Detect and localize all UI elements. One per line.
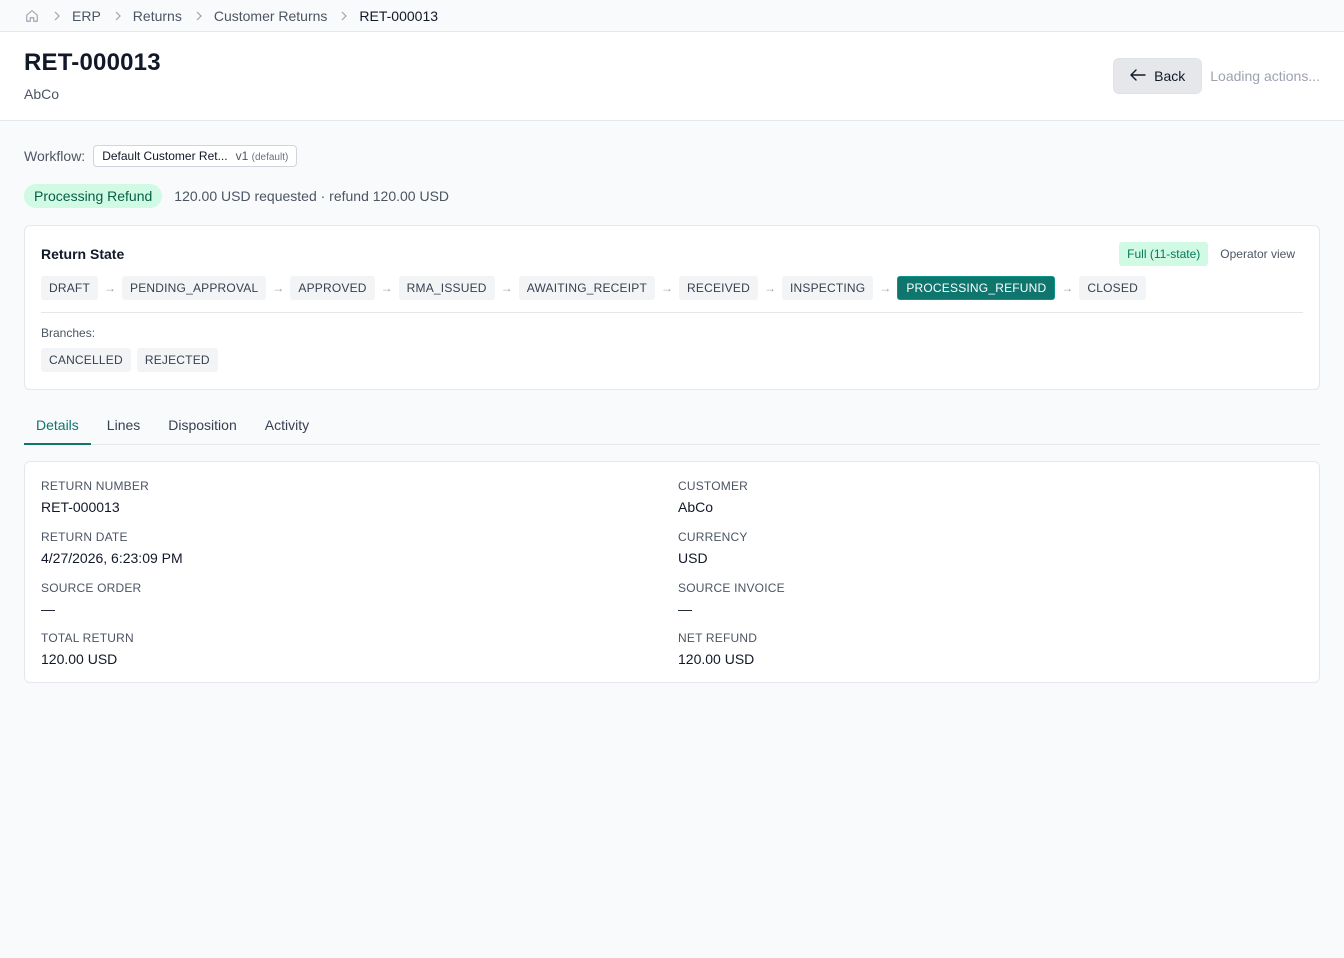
arrow-right-icon: → (104, 281, 116, 295)
branch-chip-rejected: REJECTED (136, 348, 218, 372)
field-label: RETURN DATE (41, 529, 128, 544)
arrow-right-icon: → (500, 281, 513, 295)
chevron-right-icon (113, 11, 123, 21)
field-value: 4/27/2026, 6:23:09 PM (41, 549, 183, 566)
breadcrumb-item-erp[interactable]: ERP (72, 8, 101, 24)
field-source-invoice: SOURCE INVOICE — (678, 581, 1303, 631)
state-chip-received: RECEIVED (679, 276, 758, 300)
state-chip-processing-refund: PROCESSING_REFUND (897, 276, 1056, 300)
chevron-right-icon (339, 11, 349, 21)
field-label: CURRENCY (678, 529, 748, 544)
field-return-number: RETURN NUMBER RET-000013 (41, 479, 678, 529)
page: ERP Returns Customer Returns RET-000013 … (0, 0, 1344, 958)
state-chip-pending-approval: PENDING_APPROVAL (122, 276, 267, 300)
workflow-label: Workflow: (24, 148, 86, 164)
breadcrumb-item-current: RET-000013 (359, 7, 439, 24)
tab-disposition[interactable]: Disposition (156, 406, 248, 444)
breadcrumb: ERP Returns Customer Returns RET-000013 (0, 0, 1344, 32)
arrow-right-icon: → (1061, 281, 1074, 295)
status-summary: 120.00 USD requested · refund 120.00 USD (174, 188, 450, 204)
field-total-return: TOTAL RETURN 120.00 USD (41, 631, 678, 681)
main-content: Workflow: Default Customer Ret... v1 (de… (0, 145, 1344, 683)
field-label: RETURN NUMBER (41, 479, 149, 493)
page-header: RET-000013 AbCo Back Loading actions... (0, 32, 1344, 121)
back-button-label: Back (1154, 68, 1186, 84)
loading-actions-text: Loading actions... (1210, 68, 1320, 84)
arrow-right-icon: → (272, 281, 285, 295)
branch-list: CANCELLED REJECTED (41, 348, 1303, 372)
state-chip-approved: APPROVED (290, 276, 375, 300)
field-return-date: RETURN DATE 4/27/2026, 6:23:09 PM (41, 530, 678, 580)
mode-badge: Full (11-state) (1119, 242, 1209, 266)
breadcrumb-item-returns[interactable]: Returns (133, 8, 182, 24)
tab-activity[interactable]: Activity (253, 406, 321, 444)
arrow-right-icon: → (763, 281, 776, 295)
state-chip-rma-issued: RMA_ISSUED (398, 276, 495, 300)
field-value: 120.00 USD (41, 651, 118, 668)
branch-chip-cancelled: CANCELLED (41, 348, 131, 372)
workflow-version-note: (default) (251, 152, 289, 163)
return-state-card: Return State Full (11-state) Operator vi… (24, 225, 1320, 390)
back-button[interactable]: Back (1113, 58, 1203, 94)
field-currency: CURRENCY USD (678, 530, 1303, 580)
field-value: — (41, 600, 55, 617)
home-icon[interactable] (24, 8, 40, 24)
branches-label: Branches: (41, 326, 96, 340)
status-row: Processing Refund 120.00 USD requested ·… (24, 184, 1320, 208)
state-chip-closed: CLOSED (1079, 276, 1146, 300)
return-state-title: Return State (41, 246, 125, 262)
operator-view-label[interactable]: Operator view (1220, 247, 1295, 261)
field-value: USD (678, 549, 708, 566)
field-source-order: SOURCE ORDER — (41, 581, 678, 631)
workflow-select[interactable]: Default Customer Ret... v1 (default) (93, 145, 298, 167)
arrow-right-icon: → (380, 281, 393, 295)
state-chip-awaiting-receipt: AWAITING_RECEIPT (518, 276, 656, 300)
workflow-version: v1 (default) (235, 149, 289, 163)
workflow-row: Workflow: Default Customer Ret... v1 (de… (24, 145, 1320, 167)
tab-details[interactable]: Details (24, 406, 91, 445)
chevron-right-icon (194, 11, 204, 21)
state-chip-draft: DRAFT (41, 276, 98, 300)
state-chip-inspecting: INSPECTING (781, 276, 874, 300)
field-value: — (678, 600, 692, 617)
chevron-right-icon (52, 11, 62, 21)
workflow-name: Default Customer Ret... (102, 149, 228, 163)
field-value: RET-000013 (41, 499, 120, 515)
field-label: SOURCE ORDER (41, 580, 142, 595)
field-value: 120.00 USD (678, 651, 755, 668)
field-label: SOURCE INVOICE (678, 580, 785, 595)
field-label: CUSTOMER (678, 479, 749, 493)
divider (41, 312, 1303, 313)
breadcrumb-item-customer-returns[interactable]: Customer Returns (214, 8, 328, 24)
tab-bar: Details Lines Disposition Activity (24, 406, 1320, 445)
field-net-refund: NET REFUND 120.00 USD (678, 631, 1303, 681)
details-card: RETURN NUMBER RET-000013 CUSTOMER AbCo R… (24, 461, 1320, 683)
arrow-left-icon (1130, 68, 1146, 84)
field-label: TOTAL RETURN (41, 631, 134, 646)
header-actions: Back Loading actions... (1113, 58, 1320, 94)
arrow-right-icon: → (879, 281, 892, 295)
state-flow: DRAFT → PENDING_APPROVAL → APPROVED → RMA_ISSU… (41, 276, 1303, 300)
field-label: NET REFUND (678, 631, 758, 646)
field-value: AbCo (678, 499, 714, 515)
status-badge: Processing Refund (24, 184, 163, 208)
return-state-badges: Full (11-state) Operator view (1119, 242, 1295, 266)
arrow-right-icon: → (661, 281, 674, 295)
tab-lines[interactable]: Lines (95, 406, 152, 444)
field-customer: CUSTOMER AbCo (678, 479, 1303, 529)
